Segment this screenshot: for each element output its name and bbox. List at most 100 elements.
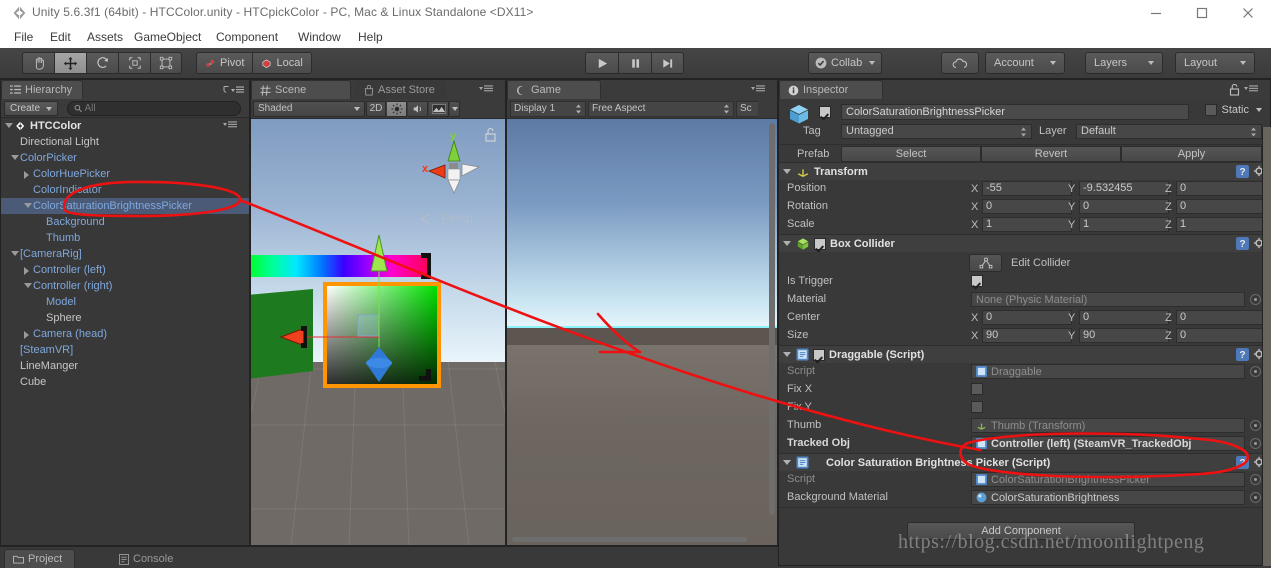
menu-item-file[interactable]: File bbox=[8, 29, 39, 46]
game-options-menu[interactable] bbox=[751, 84, 773, 95]
minimize-button[interactable] bbox=[1133, 0, 1179, 26]
vector3-x-input[interactable]: 0 bbox=[982, 199, 1072, 214]
hierarchy-item[interactable]: Camera (head) bbox=[1, 326, 249, 342]
pause-button[interactable] bbox=[618, 52, 651, 74]
maximize-button[interactable] bbox=[1179, 0, 1225, 26]
account-button[interactable]: Account bbox=[985, 52, 1065, 74]
twirl-closed-icon[interactable] bbox=[22, 326, 33, 342]
vector3-y-input[interactable]: 1 bbox=[1079, 217, 1169, 232]
foldout-icon[interactable] bbox=[783, 169, 791, 174]
edit-collider-button[interactable] bbox=[969, 254, 1002, 272]
scene-twirl-icon[interactable] bbox=[3, 118, 14, 134]
hierarchy-item[interactable]: ColorPicker bbox=[1, 150, 249, 166]
hierarchy-tree[interactable]: HTCColor Directional Light ColorPicker Col… bbox=[1, 118, 249, 545]
vector3-y-input[interactable]: -9.532455 bbox=[1079, 181, 1169, 196]
hierarchy-search-box[interactable] bbox=[67, 101, 241, 116]
is-trigger-checkbox[interactable] bbox=[971, 275, 983, 287]
script-field-checkbox[interactable] bbox=[971, 383, 983, 395]
inspector-lock-icon[interactable] bbox=[1229, 83, 1240, 99]
tab-inspector[interactable]: Inspector bbox=[779, 80, 883, 99]
tab-project[interactable]: Project bbox=[4, 549, 76, 568]
csb-script-field[interactable]: ColorSaturationBrightnessPicker bbox=[971, 472, 1245, 487]
scene-2d-toggle[interactable]: 2D bbox=[366, 100, 386, 117]
hierarchy-item[interactable]: Controller (left) bbox=[1, 262, 249, 278]
vector3-z-input[interactable]: 0 bbox=[1176, 181, 1264, 196]
script-field-picker[interactable] bbox=[1250, 420, 1261, 431]
game-horizontal-scrollbar[interactable] bbox=[512, 537, 747, 542]
help-icon[interactable]: ? bbox=[1236, 237, 1249, 250]
hierarchy-item[interactable]: Thumb bbox=[1, 230, 249, 246]
background-material-field[interactable]: ColorSaturationBrightness bbox=[971, 490, 1245, 505]
game-display-dropdown[interactable]: Display 1 bbox=[510, 100, 586, 117]
collab-button[interactable]: Collab bbox=[808, 52, 883, 74]
background-material-picker[interactable] bbox=[1250, 492, 1261, 503]
tab-game[interactable]: Game bbox=[507, 80, 601, 99]
menu-item-window[interactable]: Window bbox=[292, 29, 347, 46]
vector3-z-input[interactable]: 0 bbox=[1176, 199, 1264, 214]
script-field-checkbox[interactable] bbox=[971, 401, 983, 413]
step-button[interactable] bbox=[651, 52, 684, 74]
close-button[interactable] bbox=[1225, 0, 1271, 26]
hierarchy-options-menu[interactable] bbox=[223, 84, 245, 95]
hierarchy-item[interactable]: ColorSaturationBrightnessPicker bbox=[1, 198, 249, 214]
tab-asset-store[interactable]: Asset Store bbox=[355, 80, 446, 99]
hierarchy-item[interactable]: ColorHuePicker bbox=[1, 166, 249, 182]
menu-item-edit[interactable]: Edit bbox=[44, 29, 77, 46]
play-button[interactable] bbox=[585, 52, 618, 74]
vector3-x-input[interactable]: -55 bbox=[982, 181, 1072, 196]
create-button[interactable]: Create bbox=[4, 101, 59, 116]
pivot-toggle-button[interactable]: Pivot bbox=[196, 52, 253, 74]
move-tool-button[interactable] bbox=[54, 52, 86, 74]
hierarchy-item[interactable]: [SteamVR] bbox=[1, 342, 249, 358]
hierarchy-search-input[interactable] bbox=[84, 103, 240, 114]
hierarchy-item[interactable]: LineManger bbox=[1, 358, 249, 374]
material-picker-button[interactable] bbox=[1250, 294, 1261, 305]
layers-dropdown[interactable]: Layers bbox=[1085, 52, 1163, 74]
hierarchy-scene-root[interactable]: HTCColor bbox=[1, 118, 249, 134]
hierarchy-item[interactable]: Sphere bbox=[1, 310, 249, 326]
game-aspect-dropdown[interactable]: Free Aspect bbox=[588, 100, 734, 117]
twirl-closed-icon[interactable] bbox=[22, 262, 33, 278]
twirl-open-icon[interactable] bbox=[9, 150, 20, 166]
gameobject-enabled-checkbox[interactable] bbox=[819, 106, 831, 118]
vector3-x-input[interactable]: 0 bbox=[982, 310, 1072, 325]
hierarchy-item[interactable]: Controller (right) bbox=[1, 278, 249, 294]
vector3-y-input[interactable]: 0 bbox=[1079, 310, 1169, 325]
scene-effects-toggle[interactable] bbox=[429, 100, 449, 117]
draggable-script-picker[interactable] bbox=[1250, 366, 1261, 377]
layout-dropdown[interactable]: Layout bbox=[1175, 52, 1255, 74]
gameobject-name-field[interactable]: ColorSaturationBrightnessPicker bbox=[841, 104, 1189, 120]
csb-picker-header[interactable]: Color Saturation Brightness Picker (Scri… bbox=[779, 454, 1270, 471]
scene-viewport[interactable]: y x Persp bbox=[251, 119, 505, 545]
draggable-script-field[interactable]: Draggable bbox=[971, 364, 1245, 379]
box-collider-enabled-checkbox[interactable] bbox=[814, 237, 826, 250]
help-icon[interactable]: ? bbox=[1236, 348, 1249, 361]
scene-lighting-toggle[interactable] bbox=[387, 100, 407, 117]
prefab-revert-button[interactable]: Revert bbox=[981, 146, 1121, 162]
scale-tool-button[interactable] bbox=[118, 52, 150, 74]
game-vertical-scrollbar[interactable] bbox=[769, 123, 775, 515]
vector3-y-input[interactable]: 0 bbox=[1079, 199, 1169, 214]
game-scale-slider[interactable]: Sc bbox=[736, 100, 758, 117]
tab-scene[interactable]: Scene bbox=[251, 80, 351, 99]
prefab-apply-button[interactable]: Apply bbox=[1121, 146, 1262, 162]
box-collider-header[interactable]: Box Collider ? bbox=[779, 235, 1270, 252]
tab-hierarchy[interactable]: Hierarchy bbox=[1, 80, 84, 99]
scene-options-menu[interactable] bbox=[479, 84, 501, 95]
hierarchy-item[interactable]: [CameraRig] bbox=[1, 246, 249, 262]
scene-effects-dropdown[interactable] bbox=[450, 100, 460, 117]
game-viewport[interactable] bbox=[507, 119, 777, 545]
hierarchy-item[interactable]: Background bbox=[1, 214, 249, 230]
menu-item-component[interactable]: Component bbox=[210, 29, 284, 46]
foldout-icon[interactable] bbox=[783, 352, 791, 357]
menu-item-assets[interactable]: Assets bbox=[81, 29, 129, 46]
foldout-icon[interactable] bbox=[783, 460, 791, 465]
hierarchy-item[interactable]: Directional Light bbox=[1, 134, 249, 150]
vector3-z-input[interactable]: 1 bbox=[1176, 217, 1264, 232]
menu-item-gameobject[interactable]: GameObject bbox=[128, 29, 207, 46]
menu-item-help[interactable]: Help bbox=[352, 29, 389, 46]
hierarchy-scene-menu[interactable] bbox=[223, 120, 245, 131]
help-icon[interactable]: ? bbox=[1236, 456, 1249, 469]
hand-tool-button[interactable] bbox=[22, 52, 54, 74]
rect-tool-button[interactable] bbox=[150, 52, 182, 74]
